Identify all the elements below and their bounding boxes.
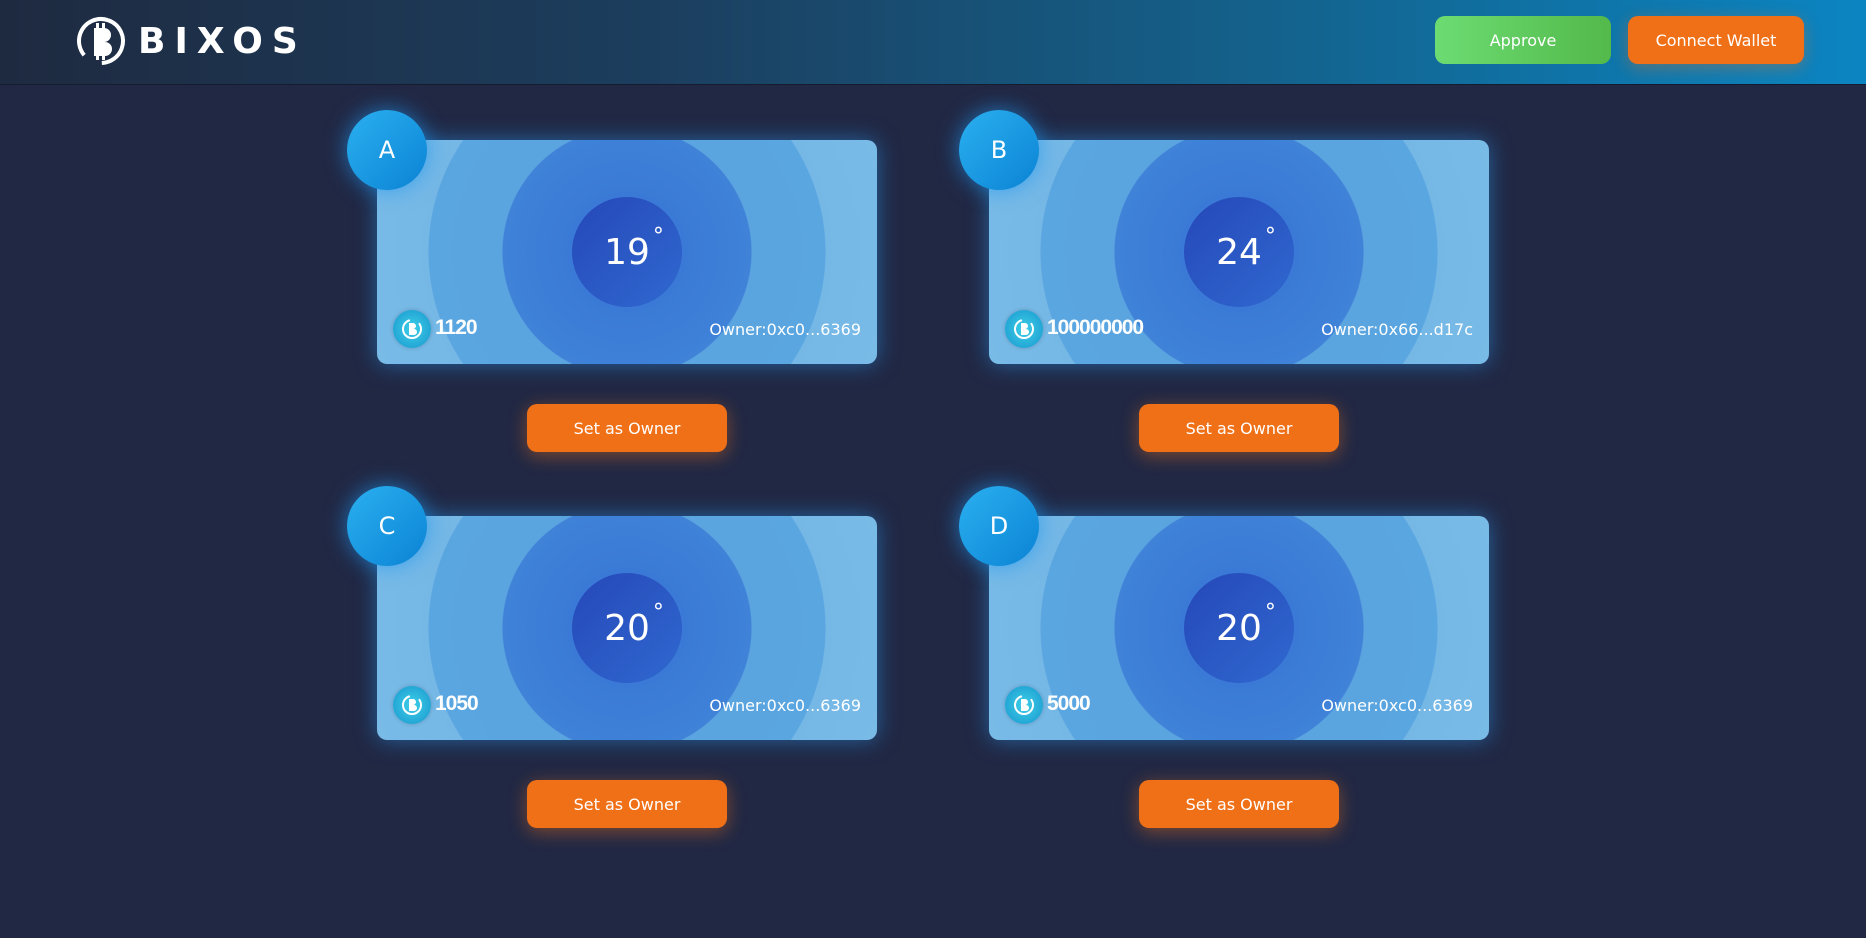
card-letter-badge-c: C (347, 486, 427, 566)
temperature-value: 20 ° (1216, 599, 1276, 649)
temperature-disk: 20 ° (572, 573, 682, 683)
set-as-owner-button-a[interactable]: Set as Owner (527, 404, 727, 452)
card-letter-badge-b: B (959, 110, 1039, 190)
top-header: BIXOS Approve Connect Wallet (0, 0, 1866, 84)
coin-icon (1005, 310, 1043, 348)
owner-address: Owner:0xc0...6369 (709, 320, 861, 339)
bixos-logo[interactable]: BIXOS (74, 14, 307, 68)
coin-icon (393, 310, 431, 348)
approve-button[interactable]: Approve (1435, 16, 1611, 64)
card-letter-badge-a: A (347, 110, 427, 190)
temperature-disk: 20 ° (1184, 573, 1294, 683)
set-as-owner-button-b[interactable]: Set as Owner (1139, 404, 1339, 452)
set-as-owner-button-c[interactable]: Set as Owner (527, 780, 727, 828)
bixos-logo-icon (77, 17, 125, 65)
temperature-card-b: 24 ° 100000000 Owner:0x66...d17c (989, 140, 1489, 364)
set-as-owner-button-d[interactable]: Set as Owner (1139, 780, 1339, 828)
balance-value: 100000000 (1047, 316, 1144, 339)
temperature-value: 24 ° (1216, 223, 1276, 273)
temperature-disk: 24 ° (1184, 197, 1294, 307)
balance-value: 1050 (435, 692, 479, 715)
logo-text: BIXOS (138, 20, 307, 62)
connect-wallet-button[interactable]: Connect Wallet (1628, 16, 1804, 64)
balance-value: 1120 (435, 316, 478, 339)
coin-icon (1005, 686, 1043, 724)
temperature-value: 20 ° (604, 599, 664, 649)
temperature-card-a: 19 ° 1120 Owner:0xc0...6369 (377, 140, 877, 364)
card-letter-badge-d: D (959, 486, 1039, 566)
temperature-card-c: 20 ° 1050 Owner:0xc0...6369 (377, 516, 877, 740)
balance-value: 5000 (1047, 692, 1091, 715)
temperature-card-d: 20 ° 5000 Owner:0xc0...6369 (989, 516, 1489, 740)
coin-icon (393, 686, 431, 724)
temperature-value: 19 ° (604, 223, 664, 273)
owner-address: Owner:0xc0...6369 (1321, 696, 1473, 715)
owner-address: Owner:0xc0...6369 (709, 696, 861, 715)
owner-address: Owner:0x66...d17c (1321, 320, 1473, 339)
temperature-disk: 19 ° (572, 197, 682, 307)
